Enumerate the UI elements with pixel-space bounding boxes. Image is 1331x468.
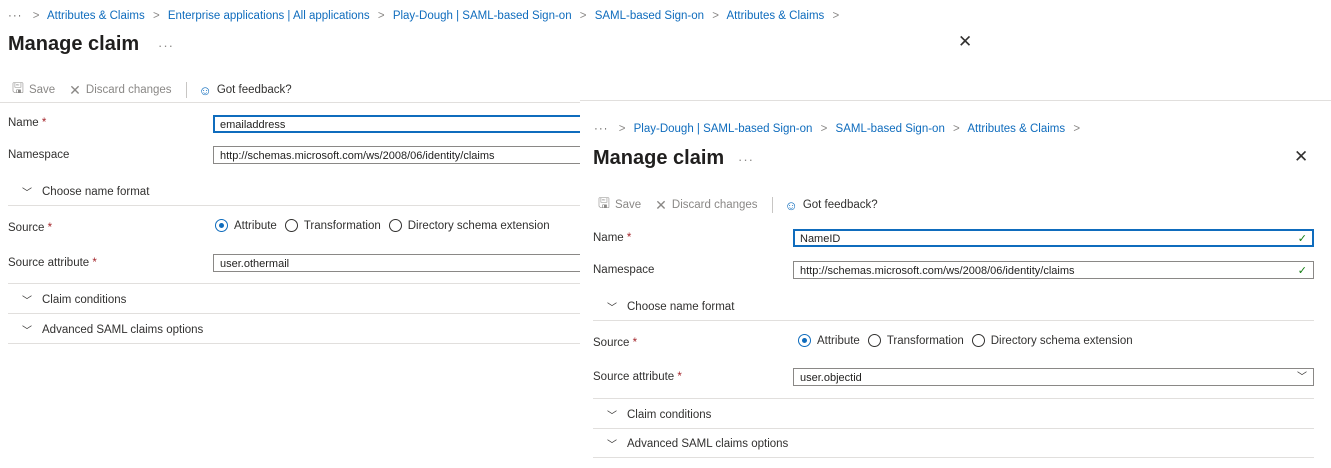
save-button[interactable]: 🖫 Save [598, 193, 641, 217]
source-attribute-label: Source attribute * [8, 257, 97, 269]
discard-icon: ✕ [69, 81, 81, 98]
chevron-right-icon: > [832, 10, 840, 22]
breadcrumb-attributes-claims[interactable]: Attributes & Claims [47, 10, 145, 22]
source-radio-group: Attribute Transformation Directory schem… [798, 334, 1141, 347]
chevron-right-icon: > [712, 10, 719, 22]
feedback-button[interactable]: ☺ Got feedback? [785, 198, 878, 213]
toolbar: 🖫 Save ✕ Discard changes ☺ Got feedback? [12, 78, 306, 102]
chevron-down-icon: ﹀ [22, 326, 32, 337]
radio-selected-icon [215, 219, 228, 232]
breadcrumb-saml-signon[interactable]: SAML-based Sign-on [836, 123, 945, 135]
breadcrumb: ··· > Play-Dough | SAML-based Sign-on > … [594, 123, 1085, 135]
chevron-right-icon: > [152, 10, 160, 22]
save-icon: 🖫 [12, 80, 24, 96]
discard-button[interactable]: ✕ Discard changes [69, 82, 171, 99]
chevron-right-icon: > [377, 10, 385, 22]
chevron-down-icon: ﹀ [22, 188, 32, 199]
breadcrumb: ··· > Attributes & Claims > Enterprise a… [8, 10, 844, 22]
radio-icon [284, 219, 298, 232]
chevron-down-icon: ﹀ [607, 303, 617, 314]
toolbar: 🖫 Save ✕ Discard changes ☺ Got feedback? [598, 193, 892, 217]
name-label: Name * [8, 117, 47, 129]
feedback-icon: ☺ [784, 197, 798, 213]
breadcrumb-ellipsis[interactable]: ··· [594, 123, 609, 135]
chevron-down-icon: ﹀ [1297, 372, 1307, 383]
discard-button[interactable]: ✕ Discard changes [655, 197, 757, 214]
feedback-button[interactable]: ☺ Got feedback? [199, 83, 292, 98]
chevron-down-icon: ﹀ [22, 296, 32, 307]
checkmark-icon: ✓ [1297, 233, 1307, 245]
source-radio-group: Attribute Transformation Directory schem… [215, 219, 558, 232]
divider [8, 283, 580, 284]
name-input[interactable]: emailaddress [213, 115, 593, 133]
radio-selected-icon [798, 334, 811, 347]
toolbar-divider [185, 82, 187, 98]
more-options-icon[interactable]: ··· [738, 152, 754, 167]
chevron-down-icon: ﹀ [607, 440, 617, 451]
name-input[interactable]: NameID ✓ [793, 229, 1314, 247]
chevron-right-icon: > [32, 10, 40, 22]
breadcrumb-attributes-claims[interactable]: Attributes & Claims [967, 123, 1065, 135]
source-attribute-dropdown[interactable]: user.objectid ﹀ [793, 368, 1314, 386]
page-title: Manage claim [8, 33, 140, 55]
namespace-label: Namespace [593, 264, 655, 276]
source-attribute-dropdown[interactable]: user.othermail [213, 254, 593, 272]
choose-name-format-toggle[interactable]: ﹀ Choose name format [8, 178, 580, 206]
radio-icon [971, 334, 985, 347]
advanced-saml-options-toggle[interactable]: ﹀ Advanced SAML claims options [8, 316, 580, 344]
radio-icon [867, 334, 881, 347]
breadcrumb-saml-app[interactable]: Play-Dough | SAML-based Sign-on [634, 123, 813, 135]
save-icon: 🖫 [598, 195, 610, 211]
namespace-label: Namespace [8, 149, 70, 161]
source-label: Source * [593, 337, 638, 349]
source-label: Source * [8, 222, 53, 234]
chevron-right-icon: > [1073, 123, 1081, 135]
breadcrumb-saml-app[interactable]: Play-Dough | SAML-based Sign-on [393, 10, 572, 22]
breadcrumb-enterprise-apps[interactable]: Enterprise applications | All applicatio… [168, 10, 370, 22]
namespace-input[interactable]: http://schemas.microsoft.com/ws/2008/06/… [793, 261, 1314, 279]
manage-claim-panel-front: ··· > Play-Dough | SAML-based Sign-on > … [580, 100, 1331, 468]
checkmark-icon: ✓ [1297, 265, 1307, 277]
toolbar-divider [771, 197, 773, 213]
source-radio-transformation[interactable]: Transformation [284, 219, 381, 232]
close-icon[interactable]: ✕ [1294, 147, 1308, 167]
source-radio-directory-extension[interactable]: Directory schema extension [971, 334, 1133, 347]
feedback-icon: ☺ [198, 82, 212, 98]
claim-conditions-toggle[interactable]: ﹀ Claim conditions [593, 401, 1314, 429]
namespace-input[interactable]: http://schemas.microsoft.com/ws/2008/06/… [213, 146, 593, 164]
chevron-right-icon: > [953, 123, 960, 135]
more-options-icon[interactable]: ··· [158, 38, 174, 53]
claim-conditions-toggle[interactable]: ﹀ Claim conditions [8, 286, 580, 314]
breadcrumb-attributes-claims-2[interactable]: Attributes & Claims [727, 10, 825, 22]
chevron-right-icon: > [820, 123, 828, 135]
source-radio-attribute[interactable]: Attribute [798, 334, 860, 347]
save-button[interactable]: 🖫 Save [12, 78, 55, 102]
source-radio-directory-extension[interactable]: Directory schema extension [388, 219, 550, 232]
source-attribute-label: Source attribute * [593, 371, 682, 383]
chevron-right-icon: > [579, 10, 587, 22]
advanced-saml-options-toggle[interactable]: ﹀ Advanced SAML claims options [593, 430, 1314, 458]
breadcrumb-saml-signon[interactable]: SAML-based Sign-on [595, 10, 704, 22]
chevron-right-icon: > [618, 123, 626, 135]
choose-name-format-toggle[interactable]: ﹀ Choose name format [593, 293, 1314, 321]
source-radio-transformation[interactable]: Transformation [867, 334, 964, 347]
name-label: Name * [593, 232, 632, 244]
chevron-down-icon: ﹀ [607, 411, 617, 422]
breadcrumb-ellipsis[interactable]: ··· [8, 10, 23, 22]
source-radio-attribute[interactable]: Attribute [215, 219, 277, 232]
radio-icon [388, 219, 402, 232]
discard-icon: ✕ [655, 196, 667, 213]
page-title: Manage claim [593, 147, 725, 169]
divider [593, 398, 1314, 399]
close-icon[interactable]: ✕ [958, 32, 972, 52]
